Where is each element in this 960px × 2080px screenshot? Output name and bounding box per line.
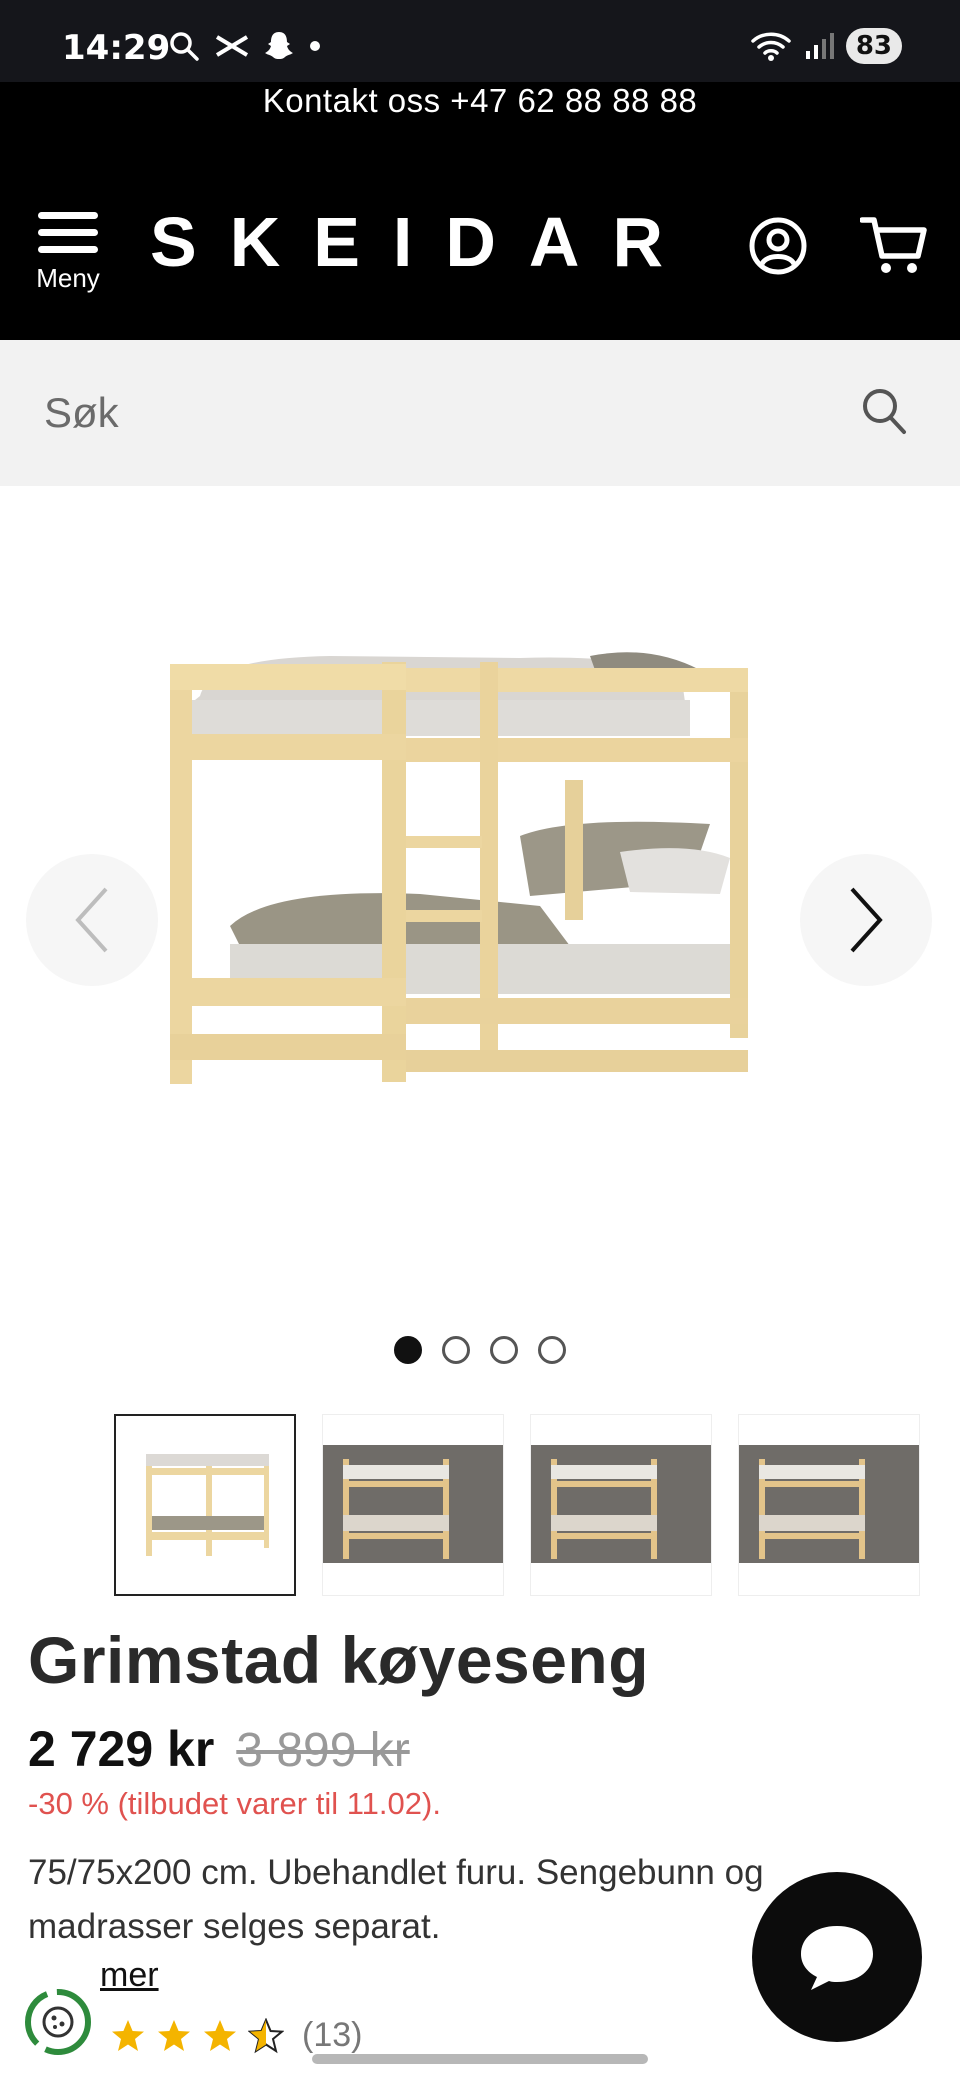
status-bar: 14:29 83: [0, 0, 960, 82]
dot-icon: [310, 41, 320, 51]
current-price: 2 729 kr: [28, 1721, 215, 1777]
chevron-left-icon: [75, 887, 108, 953]
signal-icon: [805, 33, 834, 59]
thumbnail-4[interactable]: [738, 1414, 920, 1596]
star-icon: [158, 2019, 190, 2051]
star-half-icon: [248, 2017, 284, 2053]
product-gallery: [0, 486, 960, 1386]
star-icon: [204, 2019, 236, 2051]
contact-link[interactable]: Kontakt oss +47 62 88 88 88: [0, 82, 960, 120]
menu-button[interactable]: Meny: [30, 212, 106, 312]
gallery-dot-3[interactable]: [490, 1336, 518, 1364]
search-input[interactable]: [44, 380, 824, 446]
account-icon[interactable]: [748, 216, 808, 276]
thumbnail-3[interactable]: [530, 1414, 712, 1596]
menu-icon: [38, 212, 98, 253]
search-status-icon: [170, 32, 199, 61]
cookie-icon: [25, 1989, 91, 2055]
wifi-icon: [751, 32, 791, 61]
read-more-link[interactable]: mer: [100, 1956, 159, 1995]
gallery-pagination: [0, 1336, 960, 1364]
cookie-settings-button[interactable]: [20, 1984, 96, 2060]
product-image[interactable]: [150, 626, 810, 1086]
search-bar: [0, 340, 960, 486]
site-header: Kontakt oss +47 62 88 88 88 Meny SKEIDAR: [0, 82, 960, 340]
gallery-next-button[interactable]: [800, 854, 932, 986]
product-title: Grimstad køyeseng: [28, 1623, 650, 1697]
star-icon: [112, 2019, 144, 2051]
old-price: 3 899 kr: [236, 1724, 410, 1777]
price-row: 2 729 kr 3 899 kr: [28, 1720, 410, 1778]
chat-icon: [801, 1926, 873, 1990]
capcut-icon: [215, 35, 249, 57]
battery-level: 83: [845, 28, 902, 64]
gallery-dot-4[interactable]: [538, 1336, 566, 1364]
chevron-right-icon: [850, 887, 883, 953]
chat-button[interactable]: [752, 1872, 922, 2042]
thumbnail-1[interactable]: [114, 1414, 296, 1596]
gallery-dot-1[interactable]: [394, 1336, 422, 1364]
cart-icon[interactable]: [860, 214, 928, 278]
thumbnail-2[interactable]: [322, 1414, 504, 1596]
product-description: 75/75x200 cm. Ubehandlet furu. Sengebunn…: [28, 1853, 764, 1946]
discount-text: -30 % (tilbudet varer til 11.02).: [28, 1786, 441, 1821]
snapchat-icon: [265, 32, 293, 59]
site-logo[interactable]: SKEIDAR: [150, 202, 696, 282]
thumbnail-strip: [114, 1414, 920, 1596]
gallery-dot-2[interactable]: [442, 1336, 470, 1364]
product-rating[interactable]: (13): [110, 2016, 362, 2055]
status-time: 14:29: [62, 28, 171, 68]
menu-label: Meny: [36, 263, 100, 293]
search-icon[interactable]: [860, 386, 908, 436]
rating-count: (13): [302, 2016, 363, 2054]
gallery-prev-button[interactable]: [26, 854, 158, 986]
home-indicator: [312, 2054, 648, 2064]
status-notification-icons: [168, 30, 322, 62]
